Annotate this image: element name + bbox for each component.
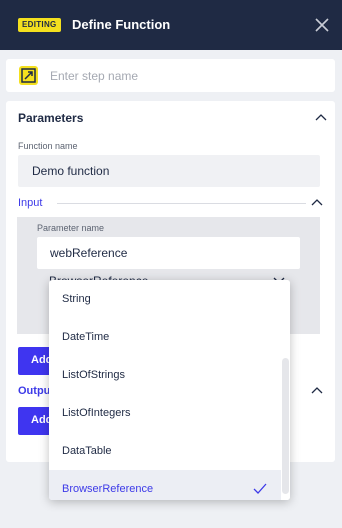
function-name-field[interactable]: Demo function bbox=[18, 155, 320, 187]
function-name-label: Function name bbox=[18, 141, 78, 151]
divider bbox=[57, 203, 306, 204]
option-datetime[interactable]: DateTime bbox=[49, 318, 281, 356]
modal-header: EDITING Define Function bbox=[0, 0, 342, 50]
chevron-up-icon[interactable] bbox=[311, 198, 323, 206]
option-datatable[interactable]: DataTable bbox=[49, 432, 281, 470]
option-browser-reference[interactable]: BrowserReference bbox=[49, 470, 281, 500]
dropdown-scrollbar-thumb[interactable] bbox=[282, 358, 289, 494]
option-list-of-integers[interactable]: ListOfIntegers bbox=[49, 394, 281, 432]
step-name-input[interactable] bbox=[50, 65, 320, 87]
parameter-name-field[interactable]: webReference bbox=[37, 237, 300, 269]
step-function-icon bbox=[19, 66, 38, 85]
chevron-up-icon[interactable] bbox=[311, 386, 323, 394]
check-icon bbox=[253, 483, 267, 494]
modal-title: Define Function bbox=[72, 17, 171, 32]
option-list-of-strings[interactable]: ListOfStrings bbox=[49, 356, 281, 394]
step-name-card bbox=[6, 59, 335, 92]
parameter-name-label: Parameter name bbox=[37, 223, 105, 233]
option-browser-reference-label: BrowserReference bbox=[62, 483, 154, 495]
editing-badge: EDITING bbox=[18, 18, 61, 32]
chevron-up-icon[interactable] bbox=[315, 113, 327, 121]
type-dropdown-menu: String DateTime ListOfStrings ListOfInte… bbox=[49, 280, 290, 500]
parameters-title: Parameters bbox=[18, 111, 84, 125]
option-string[interactable]: String bbox=[49, 280, 281, 318]
close-icon[interactable] bbox=[313, 16, 331, 34]
input-section-title[interactable]: Input bbox=[18, 197, 42, 209]
